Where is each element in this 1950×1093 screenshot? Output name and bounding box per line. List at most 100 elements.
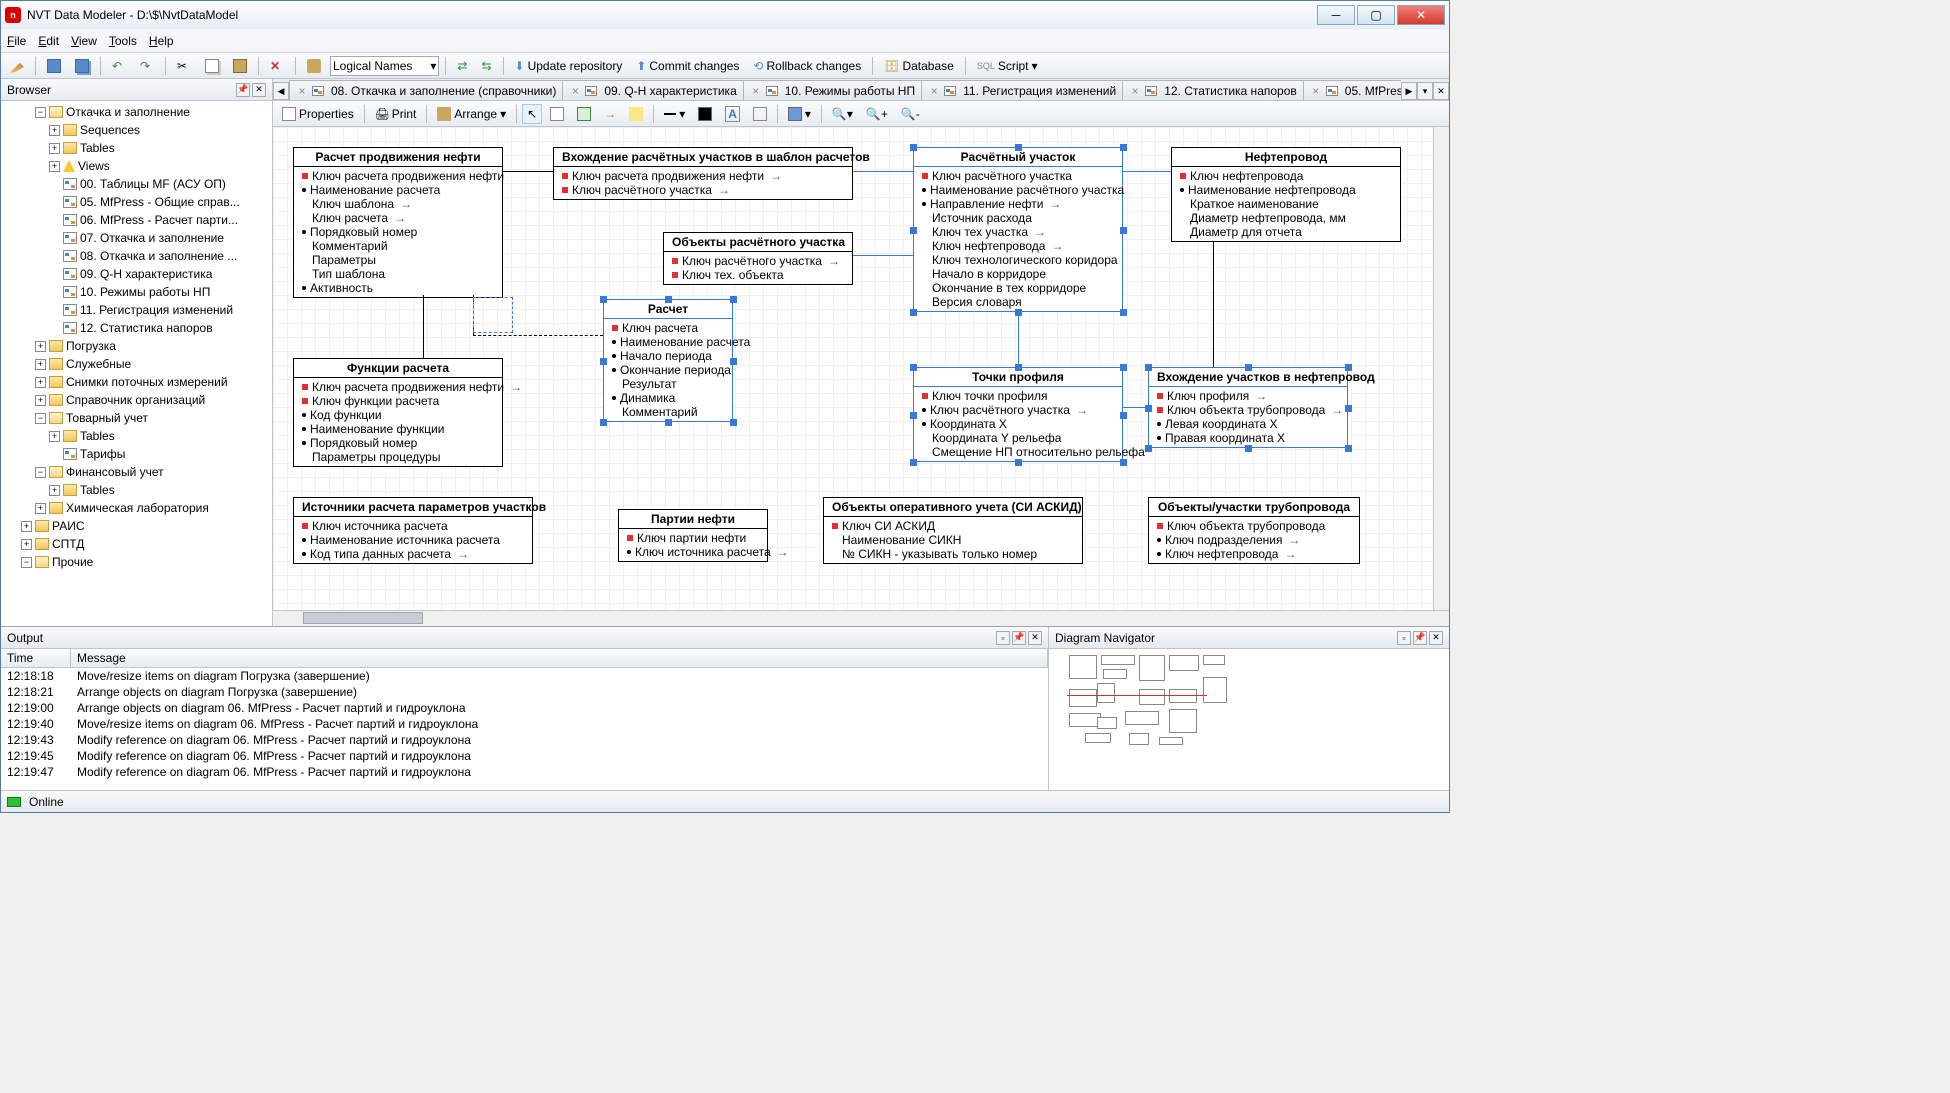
arrange-button[interactable]: Arrange ▾ bbox=[432, 104, 511, 124]
edit-icon[interactable] bbox=[5, 56, 29, 76]
output-log[interactable]: Time Message 12:18:18Move/resize items o… bbox=[1, 649, 1048, 790]
tree-toggle-icon[interactable]: + bbox=[35, 503, 46, 514]
entity-attribute[interactable]: Версия словаря bbox=[918, 295, 1118, 309]
entity-attribute[interactable]: Ключ расчета→ bbox=[298, 211, 498, 225]
log-row[interactable]: 12:19:00Arrange objects on diagram 06. M… bbox=[1, 700, 1048, 716]
note-icon[interactable] bbox=[624, 104, 648, 124]
tree-node[interactable]: +Снимки поточных измерений bbox=[1, 373, 272, 391]
diagram-canvas[interactable]: Расчет продвижения нефтиКлюч расчета про… bbox=[273, 127, 1433, 610]
connector[interactable] bbox=[1018, 312, 1019, 367]
output-pin-icon[interactable]: 📌 bbox=[1012, 631, 1026, 645]
entity-e13[interactable]: Объекты/участки трубопроводаКлюч объекта… bbox=[1148, 497, 1360, 564]
selection-handle[interactable] bbox=[1345, 405, 1352, 412]
entity-attribute[interactable]: Ключ объекта трубопровода bbox=[1153, 519, 1355, 533]
entity-attribute[interactable]: Комментарий bbox=[298, 239, 498, 253]
entity-attribute[interactable]: Ключ шаблона→ bbox=[298, 197, 498, 211]
selection-handle[interactable] bbox=[1120, 412, 1127, 419]
tree-toggle-icon[interactable]: − bbox=[35, 107, 46, 118]
nav-restore-icon[interactable]: ▫ bbox=[1397, 631, 1411, 645]
selection-handle[interactable] bbox=[910, 309, 917, 316]
tree-node[interactable]: +Погрузка bbox=[1, 337, 272, 355]
document-tab[interactable]: ×09. Q-H характеристика bbox=[562, 80, 743, 100]
entity-e1[interactable]: Расчет продвижения нефтиКлюч расчета про… bbox=[293, 147, 503, 298]
selection-handle[interactable] bbox=[665, 419, 672, 426]
entity-attribute[interactable]: Диаметр нефтепровода, мм bbox=[1176, 211, 1396, 225]
tree-node[interactable]: +СПТД bbox=[1, 535, 272, 553]
entity-attribute[interactable]: Ключ функции расчета bbox=[298, 394, 498, 408]
entity-attribute[interactable]: Ключ профиля→ bbox=[1153, 389, 1343, 403]
tree-node[interactable]: 08. Откачка и заполнение ... bbox=[1, 247, 272, 265]
navigator-canvas[interactable] bbox=[1049, 649, 1449, 790]
tree-node[interactable]: Тарифы bbox=[1, 445, 272, 463]
entity-attribute[interactable]: Наименование СИКН bbox=[828, 533, 1078, 547]
zoom-in-icon[interactable]: 🔍+ bbox=[861, 104, 893, 124]
nav-close-icon[interactable]: ✕ bbox=[1429, 631, 1443, 645]
entity-attribute[interactable]: Краткое наименование bbox=[1176, 197, 1396, 211]
tree-toggle-icon[interactable]: + bbox=[49, 143, 60, 154]
selection-handle[interactable] bbox=[665, 296, 672, 303]
tree-toggle-icon[interactable]: − bbox=[35, 413, 46, 424]
fill-color-icon[interactable] bbox=[693, 104, 717, 124]
names-mode-combo[interactable]: Logical Names▾ bbox=[330, 56, 439, 76]
selection-handle[interactable] bbox=[910, 364, 917, 371]
save-all-icon[interactable] bbox=[70, 56, 94, 76]
selection-handle[interactable] bbox=[910, 227, 917, 234]
entity-attribute[interactable]: Ключ подразделения→ bbox=[1153, 533, 1355, 547]
tree-node[interactable]: 05. MfPress - Общие справ... bbox=[1, 193, 272, 211]
entity-attribute[interactable]: Наименование расчета bbox=[298, 183, 498, 197]
tree-node[interactable]: −Финансовый учет bbox=[1, 463, 272, 481]
document-tab[interactable]: ×10. Режимы работы НП bbox=[743, 80, 922, 100]
entity-attribute[interactable]: Начало в корридоре bbox=[918, 267, 1118, 281]
entity-attribute[interactable]: Наименование расчета bbox=[608, 335, 728, 349]
entity-attribute[interactable]: Параметры процедуры bbox=[298, 450, 498, 464]
document-tab[interactable]: ×05. MfPres bbox=[1303, 80, 1401, 100]
selection-handle[interactable] bbox=[910, 459, 917, 466]
line-style-icon[interactable]: ▾ bbox=[659, 104, 690, 124]
new-view-icon[interactable] bbox=[572, 104, 596, 124]
rollback-button[interactable]: ⟲ Rollback changes bbox=[748, 56, 866, 76]
close-button[interactable]: ✕ bbox=[1397, 5, 1445, 25]
selection-handle[interactable] bbox=[600, 419, 607, 426]
tree-node[interactable]: 07. Откачка и заполнение bbox=[1, 229, 272, 247]
entity-attribute[interactable]: Тип шаблона bbox=[298, 267, 498, 281]
tab-close-icon[interactable]: × bbox=[1310, 85, 1322, 97]
entity-attribute[interactable]: Ключ тех. объекта bbox=[668, 268, 848, 282]
text-color-icon[interactable]: A bbox=[720, 103, 745, 125]
tree-node[interactable]: +Tables bbox=[1, 427, 272, 445]
selection-handle[interactable] bbox=[910, 412, 917, 419]
entity-attribute[interactable]: Код типа данных расчета→ bbox=[298, 547, 528, 561]
save-icon[interactable] bbox=[42, 56, 66, 76]
entity-e6[interactable]: РасчетКлюч расчетаНаименование расчетаНа… bbox=[603, 299, 733, 422]
panel-close-icon[interactable]: ✕ bbox=[252, 83, 266, 97]
tree-toggle-icon[interactable]: + bbox=[21, 539, 32, 550]
tree-toggle-icon[interactable]: + bbox=[49, 485, 60, 496]
entity-e11[interactable]: Партии нефтиКлюч партии нефтиКлюч источн… bbox=[618, 509, 768, 562]
sync-in-icon[interactable]: ⇄ bbox=[452, 56, 472, 76]
menu-tools[interactable]: Tools bbox=[109, 34, 137, 48]
menu-help[interactable]: Help bbox=[149, 34, 174, 48]
selection-handle[interactable] bbox=[1245, 364, 1252, 371]
entity-attribute[interactable]: Источник расхода bbox=[918, 211, 1118, 225]
entity-attribute[interactable]: Левая координата X bbox=[1153, 417, 1343, 431]
entity-e3[interactable]: Расчётный участокКлюч расчётного участка… bbox=[913, 147, 1123, 312]
entity-attribute[interactable]: Ключ нефтепровода→ bbox=[918, 239, 1118, 253]
entity-attribute[interactable]: Параметры bbox=[298, 253, 498, 267]
document-tab[interactable]: ×12. Статистика напоров bbox=[1122, 80, 1304, 100]
selection-handle[interactable] bbox=[1145, 364, 1152, 371]
tree-node[interactable]: +РАИС bbox=[1, 517, 272, 535]
entity-attribute[interactable]: Координата Y рельефа bbox=[918, 431, 1118, 445]
entity-e9[interactable]: Вхождение участков в нефтепроводКлюч про… bbox=[1148, 367, 1348, 448]
menu-file[interactable]: File bbox=[7, 34, 26, 48]
horizontal-scrollbar[interactable] bbox=[273, 610, 1449, 626]
selection-handle[interactable] bbox=[1245, 445, 1252, 452]
selection-handle[interactable] bbox=[1015, 144, 1022, 151]
log-row[interactable]: 12:19:43Modify reference on diagram 06. … bbox=[1, 732, 1048, 748]
output-close-icon[interactable]: ✕ bbox=[1028, 631, 1042, 645]
selection-handle[interactable] bbox=[1015, 364, 1022, 371]
selection-handle[interactable] bbox=[1120, 227, 1127, 234]
tree-node[interactable]: −Товарный учет bbox=[1, 409, 272, 427]
selection-handle[interactable] bbox=[730, 419, 737, 426]
output-restore-icon[interactable]: ▫ bbox=[996, 631, 1010, 645]
entity-attribute[interactable]: Активность bbox=[298, 281, 498, 295]
entity-attribute[interactable]: Начало периода bbox=[608, 349, 728, 363]
